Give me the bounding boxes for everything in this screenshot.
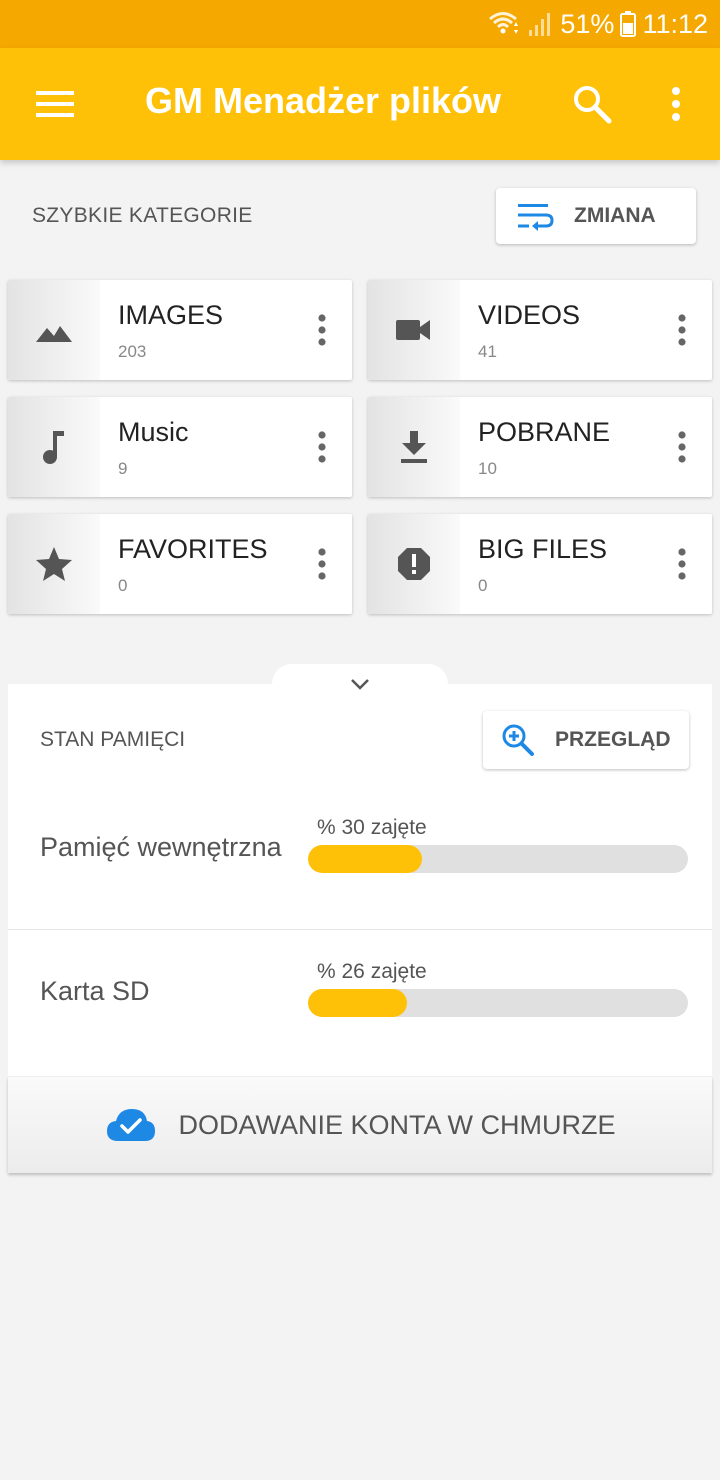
chevron-down-icon [351, 679, 369, 690]
overflow-menu-button[interactable] [650, 78, 702, 130]
tile-name: IMAGES [118, 300, 224, 330]
storage-label: STAN PAMIĘCI [40, 728, 186, 751]
tile-icon-box [368, 514, 460, 614]
quick-categories-label: SZYBKIE KATEGORIE [32, 204, 253, 227]
internal-storage-bar [308, 845, 688, 873]
zoom-in-icon [502, 724, 534, 756]
videocam-icon [396, 320, 430, 340]
clock: 11:12 [642, 8, 708, 39]
wrap-text-icon [518, 204, 554, 231]
internal-storage-fill [308, 845, 422, 873]
tile-count: 203 [118, 342, 147, 361]
cloud-done-icon [106, 1109, 155, 1141]
menu-button[interactable] [28, 78, 84, 130]
tile-menu-button[interactable] [306, 544, 338, 584]
change-button[interactable]: ZMIANA [496, 188, 696, 244]
more-vert-icon [678, 431, 686, 463]
tile-icon-box [8, 397, 100, 497]
add-cloud-account-button[interactable]: DODAWANIE KONTA W CHMURZE [8, 1077, 712, 1173]
error-icon [398, 548, 430, 580]
more-vert-icon [318, 314, 326, 346]
internal-storage-percent: % 30 zajęte [317, 816, 427, 839]
internal-storage-name: Pamięć wewnętrzna [40, 832, 282, 862]
category-tile-music[interactable]: Music 9 [8, 397, 352, 497]
review-button[interactable]: PRZEGLĄD [483, 711, 689, 769]
tile-count: 10 [478, 459, 497, 478]
status-icons: 51% 11:12 [488, 6, 708, 42]
more-vert-icon [672, 87, 680, 121]
tile-menu-button[interactable] [666, 544, 698, 584]
tile-icon-box [368, 280, 460, 380]
tile-name: Music [118, 417, 189, 447]
category-tile-videos[interactable]: VIDEOS 41 [368, 280, 712, 380]
tile-icon-box [368, 397, 460, 497]
sd-card-fill [308, 989, 407, 1017]
tile-count: 9 [118, 459, 128, 478]
landscape-icon [36, 326, 72, 342]
app-bar: GM Menadżer plików [0, 48, 720, 160]
battery-percent: 51% [560, 8, 615, 39]
category-tile-images[interactable]: IMAGES 203 [8, 280, 352, 380]
category-tile-big-files[interactable]: BIG FILES 0 [368, 514, 712, 614]
battery-icon [620, 11, 637, 37]
collapse-tab[interactable] [272, 664, 448, 704]
tile-name: VIDEOS [478, 300, 581, 330]
search-icon [574, 86, 612, 124]
music-note-icon [43, 431, 64, 464]
tile-menu-button[interactable] [666, 310, 698, 350]
search-button[interactable] [566, 78, 618, 130]
category-tile-favorites[interactable]: FAVORITES 0 [8, 514, 352, 614]
tile-menu-button[interactable] [306, 427, 338, 467]
tile-name: POBRANE [478, 417, 611, 447]
tile-name: FAVORITES [118, 534, 268, 564]
tile-name: BIG FILES [478, 534, 608, 564]
tile-icon-box [8, 280, 100, 380]
sd-card-bar [308, 989, 688, 1017]
change-button-label: ZMIANA [574, 204, 656, 227]
more-vert-icon [678, 548, 686, 580]
download-icon [401, 431, 427, 463]
status-bar: 51% 11:12 [0, 0, 720, 48]
sd-card-percent: % 26 zajęte [317, 960, 427, 983]
tile-count: 0 [478, 576, 488, 595]
tile-count: 41 [478, 342, 497, 361]
category-tile-downloads[interactable]: POBRANE 10 [368, 397, 712, 497]
star-icon [36, 547, 72, 581]
menu-icon [36, 91, 74, 117]
more-vert-icon [318, 548, 326, 580]
tile-count: 0 [118, 576, 128, 595]
add-cloud-account-label: DODAWANIE KONTA W CHMURZE [178, 1109, 616, 1140]
sd-card-name: Karta SD [40, 976, 150, 1006]
review-button-label: PRZEGLĄD [555, 728, 671, 751]
more-vert-icon [318, 431, 326, 463]
storage-divider [8, 929, 712, 930]
signal-icon [529, 13, 551, 36]
tile-icon-box [8, 514, 100, 614]
tile-menu-button[interactable] [666, 427, 698, 467]
wifi-icon [489, 12, 519, 34]
more-vert-icon [678, 314, 686, 346]
tile-menu-button[interactable] [306, 310, 338, 350]
app-title: GM Menadżer plików [145, 80, 502, 121]
